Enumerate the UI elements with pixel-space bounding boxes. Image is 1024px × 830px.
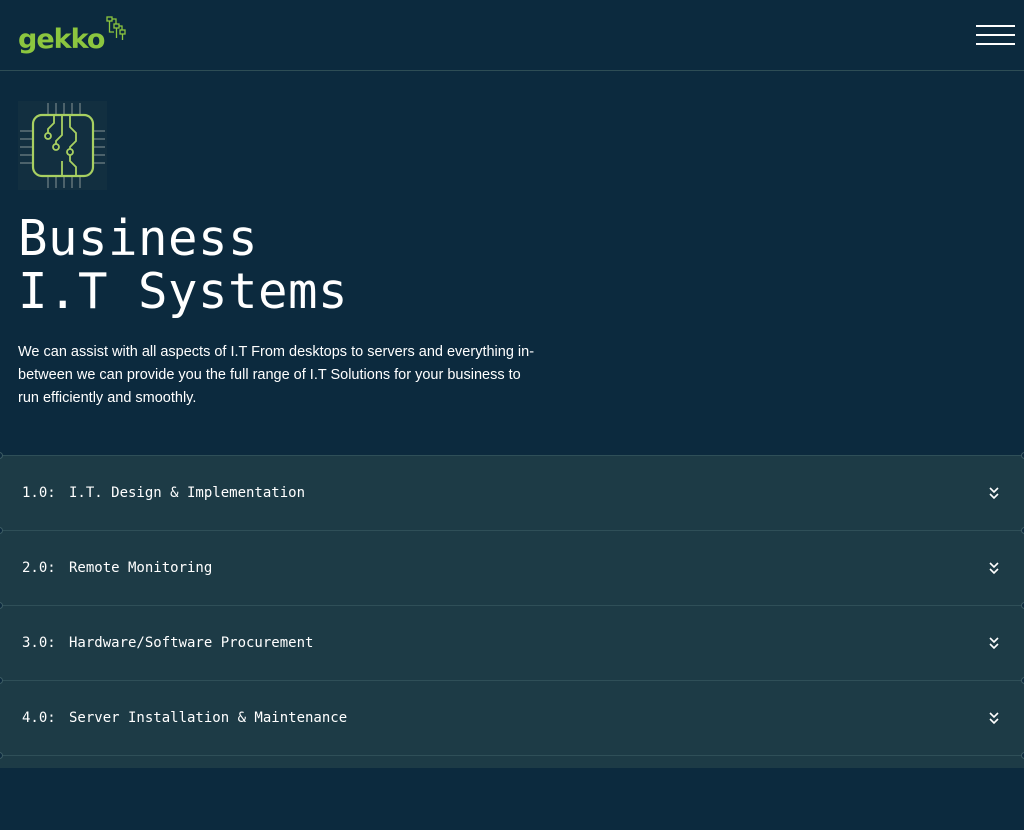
- service-number: 1.0:: [22, 485, 56, 501]
- double-chevron-down-icon[interactable]: [988, 561, 1000, 575]
- row-divider-dot: [0, 527, 3, 534]
- service-row-server-installation[interactable]: 4.0: Server Installation & Maintenance: [0, 677, 1024, 755]
- logo-text: gekko: [18, 24, 105, 55]
- site-header: gekko: [0, 0, 1024, 71]
- service-row-procurement[interactable]: 3.0: Hardware/Software Procurement: [0, 602, 1024, 680]
- services-accordion: 1.0: I.T. Design & Implementation 2.0: R…: [0, 452, 1024, 768]
- service-number: 3.0:: [22, 635, 56, 651]
- row-divider-dot: [0, 752, 3, 759]
- service-label: Hardware/Software Procurement: [69, 635, 314, 651]
- service-row-remote-monitoring[interactable]: 2.0: Remote Monitoring: [0, 527, 1024, 605]
- double-chevron-down-icon[interactable]: [988, 486, 1000, 500]
- service-row-next[interactable]: [0, 752, 1024, 830]
- service-number: 4.0:: [22, 710, 56, 726]
- page-title: Business I.T Systems: [18, 212, 348, 318]
- double-chevron-down-icon[interactable]: [988, 636, 1000, 650]
- circuit-chip-icon: [18, 101, 107, 190]
- logo-circuit-mark-icon: [106, 16, 127, 40]
- gekko-logo[interactable]: gekko: [18, 16, 127, 60]
- row-divider-dot: [0, 602, 3, 609]
- service-number: 2.0:: [22, 560, 56, 576]
- page-title-line-1: Business: [18, 210, 259, 267]
- service-row-it-design[interactable]: 1.0: I.T. Design & Implementation: [0, 452, 1024, 530]
- hamburger-menu-icon[interactable]: [976, 23, 1015, 47]
- row-divider-dot: [0, 452, 3, 459]
- row-divider-dot: [0, 677, 3, 684]
- page-title-line-2: I.T Systems: [18, 263, 349, 320]
- service-label: I.T. Design & Implementation: [69, 485, 306, 501]
- service-label: Remote Monitoring: [69, 560, 213, 576]
- double-chevron-down-icon[interactable]: [988, 711, 1000, 725]
- hero-description: We can assist with all aspects of I.T Fr…: [18, 344, 535, 406]
- service-label: Server Installation & Maintenance: [69, 710, 348, 726]
